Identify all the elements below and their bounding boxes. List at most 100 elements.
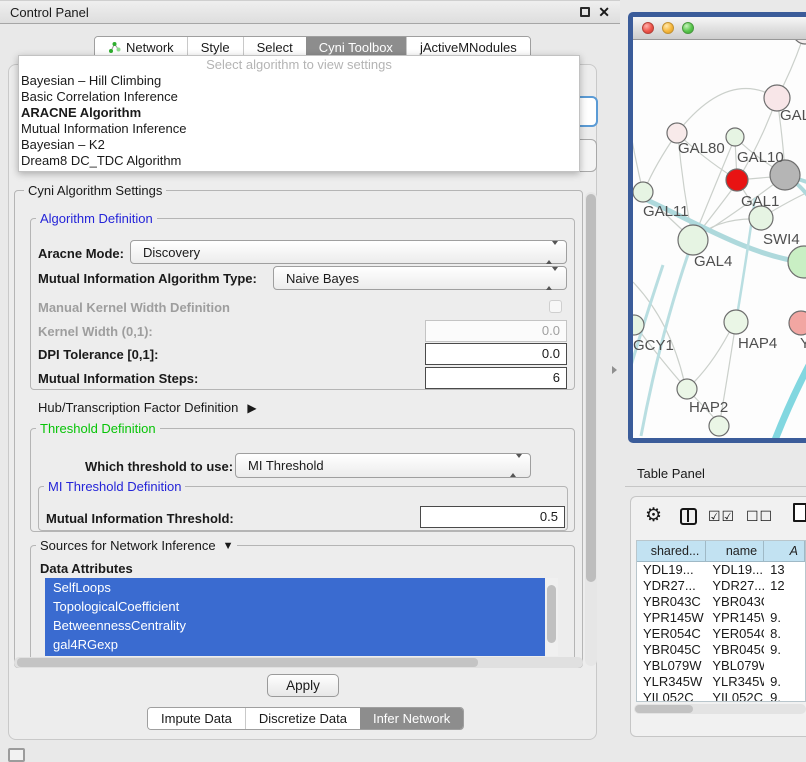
- close-icon[interactable]: ✕: [598, 7, 610, 17]
- list-item[interactable]: SelfLoops: [45, 578, 556, 597]
- network-node-selected[interactable]: [726, 169, 748, 191]
- columns-icon[interactable]: [680, 508, 697, 525]
- dock-panel-icon[interactable]: [8, 748, 25, 762]
- select-all-checks-icon[interactable]: ☑☑: [708, 508, 735, 525]
- float-window-icon[interactable]: [580, 7, 590, 17]
- table-row[interactable]: YBR043CYBR043C: [637, 594, 805, 610]
- gear-icon[interactable]: ⚙: [645, 504, 662, 527]
- table-row[interactable]: YDL19...YDL19...13: [637, 562, 805, 578]
- manual-kernel-checkbox[interactable]: [549, 300, 562, 313]
- list-item[interactable]: gal4RGexp: [45, 635, 556, 654]
- mac-close-button[interactable]: [642, 22, 654, 34]
- new-table-icon[interactable]: [793, 503, 806, 522]
- popup-item-highlighted[interactable]: ARACNE Algorithm: [19, 105, 579, 121]
- cyni-algorithm-settings-title: Cyni Algorithm Settings: [24, 183, 166, 198]
- table-row[interactable]: YDR27...YDR27...12: [637, 578, 805, 594]
- node-label: Y: [800, 335, 806, 352]
- dpi-tolerance-field[interactable]: 0.0: [425, 343, 567, 365]
- network-node[interactable]: [788, 246, 806, 278]
- popup-item[interactable]: Basic Correlation Inference: [19, 89, 579, 105]
- network-node[interactable]: [678, 225, 708, 255]
- sources-group-title[interactable]: Sources for Network Inference ▼: [36, 538, 237, 553]
- dpi-tolerance-label: DPI Tolerance [0,1]:: [38, 347, 158, 362]
- network-node[interactable]: [793, 40, 806, 44]
- table-header-row: shared... name A: [637, 541, 805, 562]
- node-label: GAL10: [737, 149, 784, 166]
- network-labels: GAL7 GAL80 GAL10 GAL11 GAL1 SWI4 GAL4 GC…: [633, 107, 806, 416]
- table-row[interactable]: YBL079WYBL079W: [637, 658, 805, 674]
- network-graph[interactable]: GAL7 GAL80 GAL10 GAL11 GAL1 SWI4 GAL4 GC…: [633, 40, 806, 438]
- which-threshold-label: Which threshold to use:: [85, 459, 233, 474]
- column-header[interactable]: name: [706, 541, 764, 561]
- stepper-arrows-icon: [546, 245, 558, 260]
- mi-algorithm-type-label: Mutual Information Algorithm Type:: [38, 271, 257, 286]
- popup-item[interactable]: Mutual Information Inference: [19, 121, 579, 137]
- table-row[interactable]: YPR145WYPR145W9.: [637, 610, 805, 626]
- tab-discretize-data[interactable]: Discretize Data: [245, 708, 360, 729]
- network-node[interactable]: [724, 310, 748, 334]
- hub-definition-toggle[interactable]: Hub/Transcription Factor Definition ▶: [38, 400, 257, 415]
- settings-scrollbar-track[interactable]: [585, 192, 597, 666]
- table-panel-divider: [625, 486, 806, 487]
- mi-algorithm-type-select[interactable]: Naive Bayes: [273, 266, 567, 290]
- node-label: GAL11: [643, 203, 689, 220]
- column-header[interactable]: shared...: [637, 541, 706, 561]
- list-scrollbar-track[interactable]: [545, 578, 558, 656]
- network-node[interactable]: [677, 379, 697, 399]
- node-label: SWI4: [763, 231, 800, 248]
- node-label: GAL1: [741, 193, 779, 210]
- aracne-mode-select[interactable]: Discovery: [130, 240, 567, 264]
- popup-prompt: Select algorithm to view settings: [19, 56, 579, 73]
- control-panel-title: Control Panel: [10, 5, 89, 20]
- table-row[interactable]: YBR045CYBR045C9.: [637, 642, 805, 658]
- cyni-bottom-tabbar: Impute Data Discretize Data Infer Networ…: [147, 707, 464, 730]
- kernel-width-field[interactable]: 0.0: [425, 320, 567, 342]
- network-canvas-area[interactable]: GAL7 GAL80 GAL10 GAL11 GAL1 SWI4 GAL4 GC…: [633, 40, 806, 438]
- network-node[interactable]: [726, 128, 744, 146]
- collapse-down-icon: ▼: [223, 540, 234, 552]
- data-attributes-list[interactable]: SelfLoops TopologicalCoefficient Between…: [45, 578, 556, 656]
- list-item[interactable]: TopologicalCoefficient: [45, 597, 556, 616]
- network-node[interactable]: [633, 182, 653, 202]
- network-node[interactable]: [709, 416, 729, 436]
- network-node[interactable]: [789, 311, 806, 335]
- tab-infer-network[interactable]: Infer Network: [360, 708, 463, 729]
- table-row[interactable]: YLR345WYLR345W9.: [637, 674, 805, 690]
- mac-minimize-button[interactable]: [662, 22, 674, 34]
- table-hscrollbar-track[interactable]: [634, 704, 806, 714]
- popup-item[interactable]: Bayesian – Hill Climbing: [19, 73, 579, 89]
- which-threshold-select[interactable]: MI Threshold: [235, 453, 531, 478]
- collapse-right-icon: ▶: [247, 401, 256, 415]
- list-item[interactable]: BetweennessCentrality: [45, 616, 556, 635]
- settings-scrollbar-thumb[interactable]: [586, 194, 596, 582]
- panel-divider-arrow-icon[interactable]: [612, 366, 617, 374]
- algorithm-dropdown-popup: Select algorithm to view settings Bayesi…: [18, 55, 580, 172]
- mi-steps-label: Mutual Information Steps:: [38, 371, 198, 386]
- popup-item[interactable]: Bayesian – K2: [19, 137, 579, 153]
- node-label: GAL4: [694, 253, 732, 270]
- popup-item[interactable]: Dream8 DC_TDC Algorithm: [19, 153, 579, 169]
- tab-impute-data[interactable]: Impute Data: [148, 708, 245, 729]
- algorithm-definition-title: Algorithm Definition: [36, 211, 157, 226]
- apply-button[interactable]: Apply: [267, 674, 339, 697]
- node-table: shared... name A YDL19...YDL19...13 YDR2…: [636, 540, 806, 702]
- stepper-arrows-icon: [510, 458, 522, 473]
- mac-zoom-button[interactable]: [682, 22, 694, 34]
- list-scrollbar-thumb[interactable]: [547, 585, 556, 643]
- table-row[interactable]: YIL052CYIL052C9.: [637, 690, 805, 702]
- table-row[interactable]: YER054CYER054C8.: [637, 626, 805, 642]
- settings-hscrollbar-thumb[interactable]: [17, 658, 478, 667]
- node-label: HAP4: [738, 335, 777, 352]
- aracne-mode-label: Aracne Mode:: [38, 246, 124, 261]
- column-header[interactable]: A: [764, 541, 805, 561]
- node-label: GAL7: [780, 107, 806, 124]
- mi-threshold-field[interactable]: 0.5: [420, 506, 565, 528]
- mi-steps-field[interactable]: 6: [425, 367, 567, 389]
- settings-hscrollbar-track[interactable]: [14, 657, 583, 668]
- network-icon: [108, 41, 121, 54]
- table-hscrollbar-thumb[interactable]: [635, 705, 693, 713]
- deselect-all-checks-icon[interactable]: ☐☐: [746, 508, 773, 525]
- mi-threshold-group-title: MI Threshold Definition: [44, 479, 185, 494]
- network-view-window[interactable]: GAL7 GAL80 GAL10 GAL11 GAL1 SWI4 GAL4 GC…: [628, 12, 806, 443]
- data-attributes-label: Data Attributes: [40, 561, 133, 576]
